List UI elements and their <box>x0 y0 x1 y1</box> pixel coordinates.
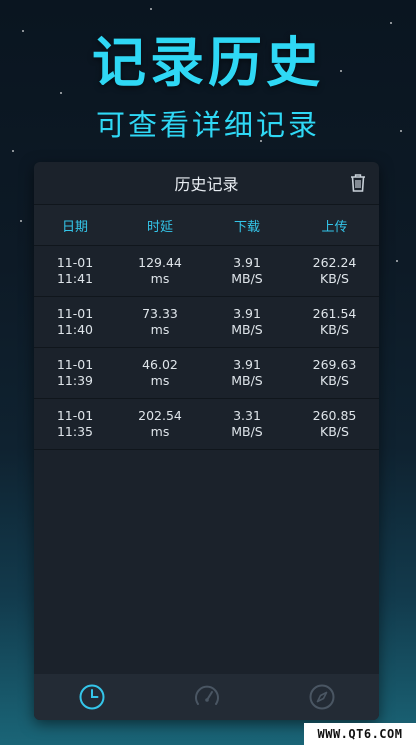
cell-upload: 269.63 KB/S <box>312 357 357 388</box>
cell-latency: 202.54 ms <box>138 408 182 439</box>
cell-upload: 262.24 KB/S <box>312 255 357 286</box>
card-header: 历史记录 <box>34 162 379 204</box>
column-header-upload: 上传 <box>321 219 348 235</box>
compass-icon <box>309 684 334 710</box>
cell-latency: 46.02 ms <box>142 357 178 388</box>
cell-upload: 260.85 KB/S <box>312 408 357 439</box>
history-card: 历史记录 日期 时延 下载 上传 11-01 11:41 129.44 ms 3.9… <box>34 162 379 720</box>
tab-history[interactable] <box>76 681 108 713</box>
cell-date: 11-01 11:41 <box>56 255 94 286</box>
table-row[interactable]: 11-01 11:35 202.54 ms 3.31 MB/S 260.85 KB/S <box>34 399 379 450</box>
cell-latency: 73.33 ms <box>142 306 178 337</box>
cell-date: 11-01 11:40 <box>56 306 94 337</box>
cell-download: 3.31 MB/S <box>231 408 263 439</box>
column-header-download: 下载 <box>233 219 260 235</box>
table-row[interactable]: 11-01 11:40 73.33 ms 3.91 MB/S 261.54 KB/S <box>34 297 379 348</box>
cell-latency: 129.44 ms <box>138 255 182 286</box>
clock-icon <box>79 684 104 710</box>
cell-download: 3.91 MB/S <box>231 255 263 286</box>
site-watermark: WWW.QT6.COM <box>304 723 416 745</box>
tab-discover[interactable] <box>306 681 338 713</box>
cell-date: 11-01 11:35 <box>56 408 94 439</box>
table-row[interactable]: 11-01 11:41 129.44 ms 3.91 MB/S 262.24 KB/S <box>34 246 379 297</box>
promo-headline: 记录历史 <box>92 31 324 94</box>
cell-download: 3.91 MB/S <box>231 357 263 388</box>
column-header-latency: 时延 <box>146 219 173 235</box>
cell-upload: 261.54 KB/S <box>312 306 357 337</box>
table-header: 日期 时延 下载 上传 <box>34 204 379 246</box>
card-title: 历史记录 <box>174 175 239 194</box>
table-row[interactable]: 11-01 11:39 46.02 ms 3.91 MB/S 269.63 KB/S <box>34 348 379 399</box>
tab-speedtest[interactable] <box>191 681 223 713</box>
cell-download: 3.91 MB/S <box>231 306 263 337</box>
cell-date: 11-01 11:39 <box>56 357 94 388</box>
promo-subline: 可查看详细记录 <box>95 108 320 142</box>
speedometer-icon <box>194 685 219 705</box>
trash-icon[interactable] <box>349 173 367 193</box>
column-header-date: 日期 <box>61 219 88 235</box>
bottom-tab-bar <box>34 674 379 720</box>
